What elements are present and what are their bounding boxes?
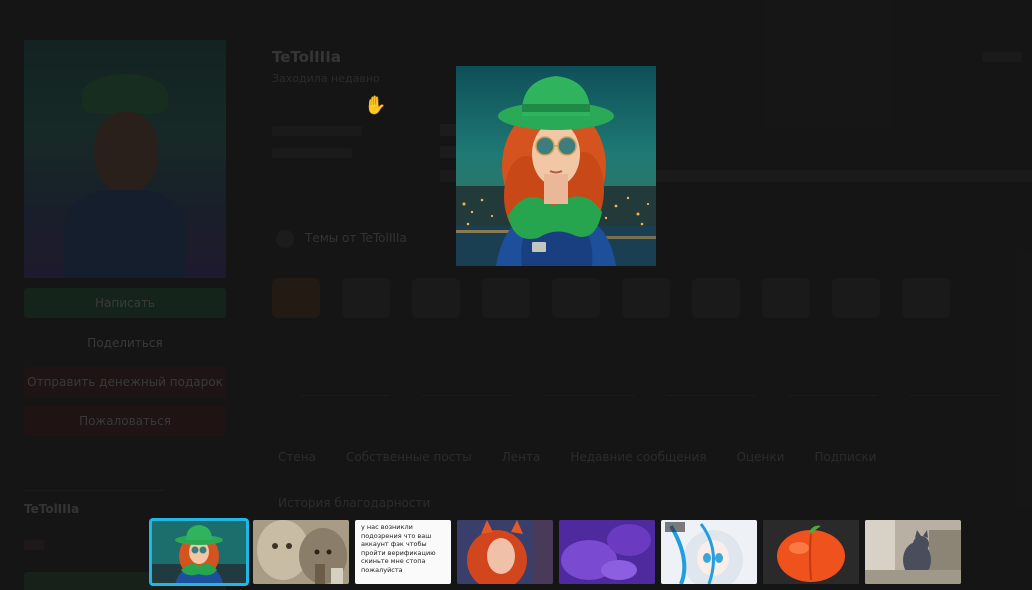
woman-green-hat-photo-icon	[151, 520, 247, 584]
thumbnail-strip: у нас возникли подозрения что ваш аккаун…	[149, 518, 962, 586]
thumbnail-2[interactable]	[253, 520, 349, 584]
thumbnail-1[interactable]	[149, 518, 249, 586]
purple-blurred-photo-icon	[559, 520, 655, 584]
thumbnail-7[interactable]	[763, 520, 859, 584]
red-haired-cosplayer-photo-icon	[457, 520, 553, 584]
thumbnail-4[interactable]	[457, 520, 553, 584]
thumbnail-6[interactable]	[661, 520, 757, 584]
thumbnail-3[interactable]: у нас возникли подозрения что ваш аккаун…	[355, 520, 451, 584]
peach-image-icon	[763, 520, 859, 584]
thumbnail-5[interactable]	[559, 520, 655, 584]
text-screenshot-icon: у нас возникли подозрения что ваш аккаун…	[355, 520, 451, 584]
cats-photo-icon	[253, 520, 349, 584]
cat-in-room-photo-icon	[865, 520, 961, 584]
thumbnail-8[interactable]	[865, 520, 961, 584]
hand-cursor-icon: ✋	[364, 95, 387, 116]
anime-girl-drawing-icon	[661, 520, 757, 584]
lightbox-main-image[interactable]	[456, 66, 656, 266]
